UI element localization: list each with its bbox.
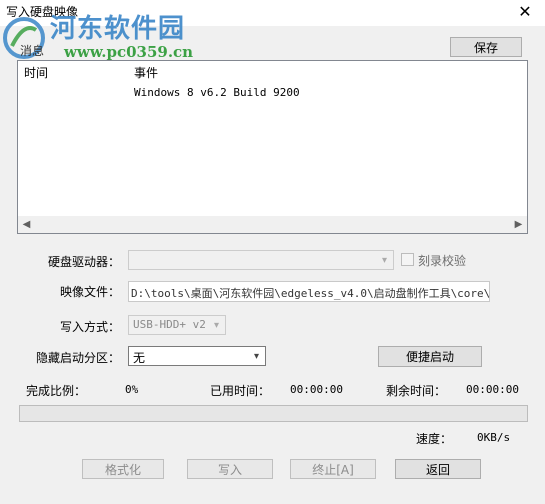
verify-checkbox[interactable] <box>401 253 414 266</box>
scroll-right-icon[interactable]: ▶ <box>510 216 527 233</box>
write-method-select[interactable]: USB-HDD+ v2 ▾ <box>128 315 226 335</box>
remaining-label: 剩余时间： <box>386 384 447 398</box>
close-icon[interactable]: ✕ <box>505 0 545 26</box>
speed-value: 0KB/s <box>477 431 511 444</box>
save-button[interactable]: 保存 <box>450 37 522 57</box>
message-group-label: 消息 <box>20 44 45 58</box>
drive-select[interactable]: ▾ <box>128 250 394 270</box>
watermark-site-name: 河东软件园 <box>50 14 186 44</box>
horizontal-scrollbar[interactable]: ◀ ▶ <box>18 216 527 233</box>
ratio-label: 完成比例： <box>26 384 87 398</box>
verify-label: 刻录校验 <box>418 254 467 268</box>
back-button[interactable]: 返回 <box>395 459 481 479</box>
remaining-value: 00:00:00 <box>466 383 519 396</box>
hidden-partition-value: 无 <box>133 351 146 365</box>
format-button[interactable]: 格式化 <box>82 459 164 479</box>
write-button[interactable]: 写入 <box>187 459 273 479</box>
write-method-label: 写入方式： <box>59 320 120 334</box>
progress-bar <box>19 405 528 422</box>
write-method-value: USB-HDD+ v2 <box>133 318 206 331</box>
row-event: Windows 8 v6.2 Build 9200 <box>134 86 300 99</box>
hidden-partition-select[interactable]: 无 ▾ <box>128 346 266 366</box>
message-list[interactable]: 时间 事件 Windows 8 v6.2 Build 9200 ◀ ▶ <box>17 60 528 234</box>
abort-button[interactable]: 终止[A] <box>290 459 376 479</box>
watermark-url: www.pc0359.cn <box>64 43 194 61</box>
chevron-down-icon: ▾ <box>213 319 220 331</box>
scroll-left-icon[interactable]: ◀ <box>18 216 35 233</box>
chevron-down-icon: ▾ <box>381 254 388 266</box>
table-row[interactable]: Windows 8 v6.2 Build 9200 <box>18 85 527 101</box>
speed-label: 速度： <box>416 432 453 446</box>
column-header-event[interactable]: 事件 <box>134 64 158 81</box>
list-header: 时间 事件 <box>18 61 527 83</box>
ratio-value: 0% <box>125 383 139 396</box>
image-file-label: 映像文件： <box>59 285 120 299</box>
quick-boot-button[interactable]: 便捷启动 <box>378 346 482 367</box>
image-file-field[interactable]: D:\tools\桌面\河东软件园\edgeless_v4.0\启动盘制作工具\… <box>128 281 490 302</box>
elapsed-value: 00:00:00 <box>290 383 343 396</box>
elapsed-label: 已用时间： <box>210 384 271 398</box>
hidden-partition-label: 隐藏启动分区： <box>35 351 120 365</box>
chevron-down-icon: ▾ <box>253 350 260 362</box>
drive-label: 硬盘驱动器： <box>47 255 120 269</box>
column-header-time[interactable]: 时间 <box>24 64 48 81</box>
